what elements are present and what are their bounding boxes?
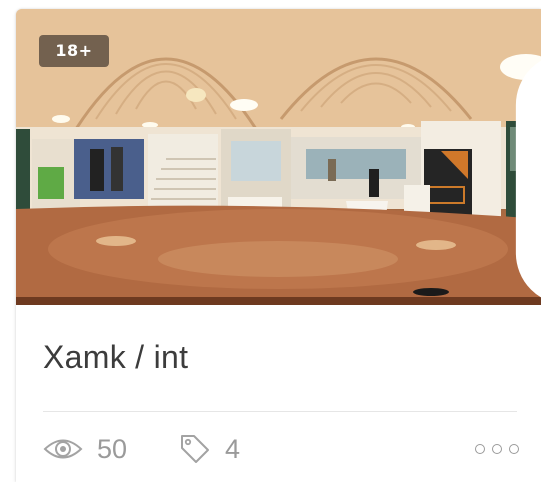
card-stats: 50 4 xyxy=(43,429,523,469)
more-dot xyxy=(509,444,519,454)
card-divider xyxy=(43,411,517,412)
tags-stat[interactable]: 4 xyxy=(179,429,240,469)
tour-card[interactable]: 18+ Xamk / int 50 4 xyxy=(16,9,541,482)
age-rating-badge: 18+ xyxy=(39,35,109,67)
more-dots-icon[interactable] xyxy=(475,441,519,457)
tour-title[interactable]: Xamk / int xyxy=(43,339,188,376)
views-count: 50 xyxy=(97,433,128,464)
vr-headset-icon[interactable] xyxy=(484,31,541,298)
tags-count: 4 xyxy=(225,433,241,464)
more-dot xyxy=(492,444,502,454)
more-dot xyxy=(475,444,485,454)
panorama-thumbnail[interactable]: 18+ xyxy=(16,9,541,305)
tag-icon xyxy=(181,435,209,463)
views-stat: 50 xyxy=(43,429,127,469)
eye-icon xyxy=(43,439,83,459)
